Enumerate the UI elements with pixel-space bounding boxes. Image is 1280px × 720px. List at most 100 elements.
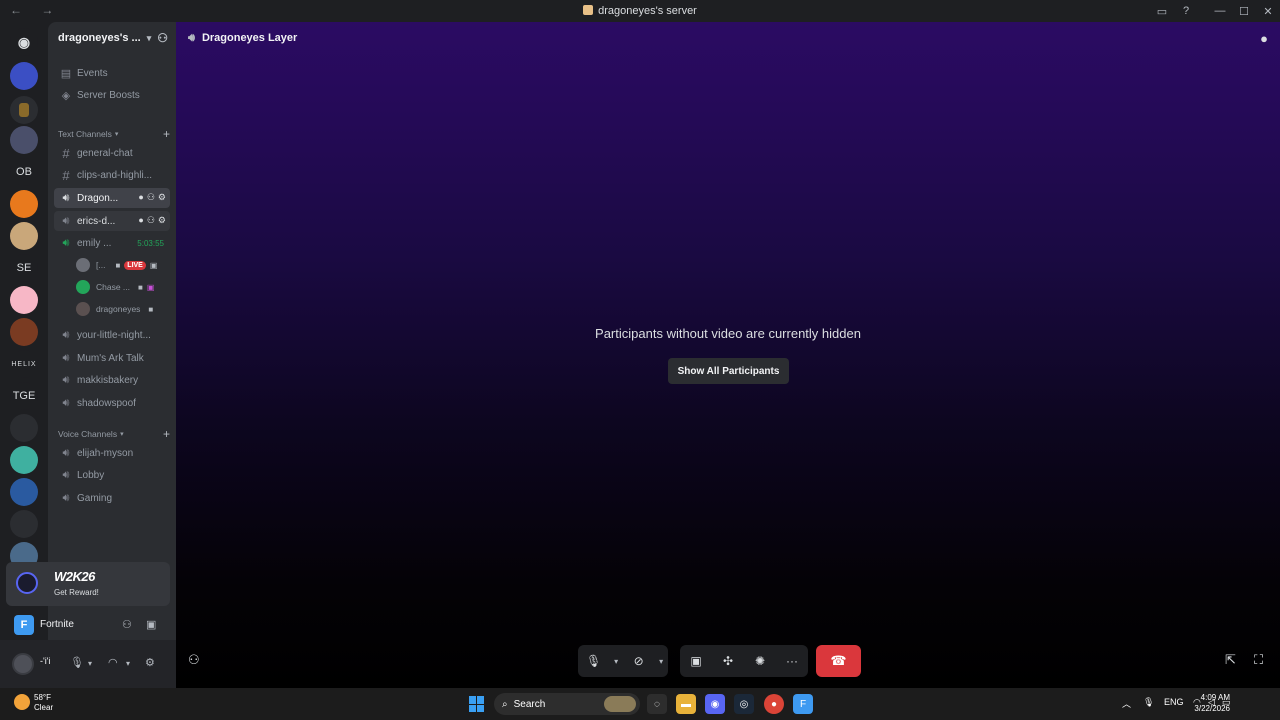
weather-icon [14, 694, 30, 710]
channel-title: Dragoneyes Layer [201, 32, 298, 44]
activity-controls: ▣ ✣ ✺ ··· [680, 645, 808, 677]
soundboard-icon[interactable]: ✺ [744, 654, 776, 668]
maximize-button[interactable]: ☐ [1232, 0, 1256, 22]
voice-channel-night[interactable]: 🔊︎ your-little-night... [54, 325, 170, 345]
language-indicator[interactable]: ENG [1164, 697, 1184, 707]
search-highlight-image [604, 696, 636, 712]
server-icon-se[interactable]: SE [10, 254, 38, 282]
server-icon-1[interactable] [10, 62, 38, 90]
voice-user[interactable]: dragoneyes ■ [76, 300, 168, 318]
add-channel-icon[interactable]: + [163, 127, 170, 141]
channel-label: elijah-myson [77, 447, 134, 459]
chevron-down-icon[interactable]: ▾ [609, 657, 623, 666]
avatar[interactable] [12, 653, 34, 675]
chat-icon[interactable]: ● [1260, 31, 1268, 46]
category-label: Voice Channels [58, 429, 118, 439]
server-icon-6[interactable] [10, 286, 38, 314]
show-all-participants-button[interactable]: Show All Participants [668, 358, 789, 384]
voice-channel-lobby[interactable]: 🔊︎ Lobby [54, 465, 170, 485]
voice-channel-shadow[interactable]: 🔊︎ shadowspoof [54, 393, 170, 413]
fortnite-taskbar-icon[interactable]: F [793, 694, 813, 714]
chat-icon[interactable]: ● [138, 215, 143, 226]
voice-channel-makkis[interactable]: 🔊︎ makkisbakery [54, 370, 170, 390]
speaker-icon: 🔊︎ [62, 373, 70, 386]
microphone-icon[interactable]: 🎙︎ [578, 654, 609, 668]
voice-user[interactable]: [... ■ LIVE ▣ [76, 256, 168, 274]
server-icon-5[interactable] [10, 222, 38, 250]
activities-icon[interactable]: ✣ [712, 654, 744, 668]
server-icon-4[interactable] [10, 190, 38, 218]
invite-icon[interactable]: ⚇ [122, 618, 132, 631]
chat-icon[interactable]: ● [138, 192, 143, 203]
tray-overflow-icon[interactable]: ︿ [1122, 697, 1131, 710]
help-icon[interactable]: ? [1174, 0, 1198, 22]
gear-icon[interactable]: ⚙ [145, 656, 155, 669]
category-voice-channels[interactable]: Voice Channels ▾ + [58, 427, 170, 441]
voice-channel-elijah[interactable]: 🔊︎ elijah-myson [54, 443, 170, 463]
events-item[interactable]: ▤ Events [54, 63, 170, 83]
fullscreen-icon[interactable]: ⛶ [1254, 652, 1263, 668]
voice-channel-erics[interactable]: 🔊︎ erics-d... ● ⚇ ⚙ [54, 211, 170, 231]
invite-icon[interactable]: ⚇ [147, 192, 155, 203]
chevron-down-icon[interactable]: ▾ [654, 657, 668, 666]
disconnect-button[interactable]: ☎ [816, 645, 861, 677]
server-header[interactable]: dragoneyes's ... ▾ ⚇ [48, 22, 176, 54]
clock[interactable]: 4:09 AM 3/22/2026 [1194, 692, 1230, 714]
file-explorer-icon[interactable]: ▬ [676, 694, 696, 714]
server-icon-3[interactable] [10, 126, 38, 154]
more-icon[interactable]: ··· [776, 654, 808, 668]
channel-label: shadowspoof [77, 397, 136, 409]
add-channel-icon[interactable]: + [163, 427, 170, 441]
headphones-icon[interactable]: ◠ [108, 656, 118, 669]
server-icon-8[interactable] [10, 414, 38, 442]
invite-icon[interactable]: ⚇ [157, 31, 168, 45]
windows-start-icon[interactable] [469, 696, 485, 712]
taskbar-search[interactable]: ⌕ Search [494, 693, 640, 715]
app-icon-1[interactable]: ◌ [647, 694, 667, 714]
voice-channel-dragon[interactable]: 🔊︎ Dragon... ● ⚇ ⚙ [54, 188, 170, 208]
chevron-down-icon[interactable]: ▾ [88, 659, 92, 668]
server-icon-10[interactable] [10, 478, 38, 506]
camera-icon: ■ [115, 260, 121, 270]
speaker-icon: 🔊︎ [62, 396, 70, 409]
channel-clips[interactable]: # clips-and-highli... [54, 165, 170, 185]
gear-icon[interactable]: ⚙ [158, 192, 166, 203]
weather-widget[interactable] [14, 692, 36, 714]
category-text-channels[interactable]: Text Channels ▾ + [58, 127, 170, 141]
chevron-down-icon[interactable]: ▾ [126, 659, 130, 668]
invite-icon[interactable]: ⚇ [188, 652, 200, 668]
invite-icon[interactable]: ⚇ [147, 215, 155, 226]
steam-icon[interactable]: ◎ [734, 694, 754, 714]
microphone-icon[interactable]: 🎙︎ [70, 656, 84, 669]
server-icon-helix[interactable]: HELIX [10, 350, 38, 378]
weather-text: 58°F Clear [34, 693, 53, 713]
voice-channel-emily[interactable]: 🔊︎ emily ... 5:03:55 [54, 233, 170, 253]
server-icon-11[interactable] [10, 510, 38, 538]
close-button[interactable]: ✕ [1256, 0, 1280, 22]
server-icon-ob[interactable]: OB [10, 158, 38, 186]
microphone-icon[interactable]: 🎙︎ [1143, 697, 1154, 708]
inbox-icon[interactable]: ▭ [1150, 0, 1174, 22]
server-icon-tge[interactable]: TGE [10, 382, 38, 410]
voice-channel-gaming[interactable]: 🔊︎ Gaming [54, 488, 170, 508]
server-icon-2[interactable] [10, 96, 38, 124]
chrome-icon[interactable]: ● [764, 694, 784, 714]
screen-share-icon[interactable]: ▣ [680, 654, 712, 668]
server-boosts-item[interactable]: ◈ Server Boosts [54, 85, 170, 105]
voice-channel-ark[interactable]: 🔊︎ Mum's Ark Talk [54, 348, 170, 368]
camera-off-icon[interactable]: ⊘ [623, 654, 654, 668]
channel-general-chat[interactable]: # general-chat [54, 143, 170, 163]
game-icon: ▣ [149, 260, 158, 270]
popout-icon[interactable]: ⇱ [1225, 652, 1236, 668]
promo-card[interactable]: W2K26 Get Reward! [6, 562, 170, 606]
discord-taskbar-icon[interactable]: ◉ [705, 694, 725, 714]
minimize-button[interactable]: — [1208, 0, 1232, 22]
server-icon-7[interactable] [10, 318, 38, 346]
speaker-icon: 🔊︎ [62, 351, 70, 364]
discord-home-icon[interactable]: ◉ [10, 28, 38, 56]
gear-icon[interactable]: ⚙ [158, 215, 166, 226]
calendar-icon: ▤ [60, 67, 72, 80]
server-icon-9[interactable] [10, 446, 38, 474]
screen-share-icon[interactable]: ▣ [146, 618, 156, 631]
voice-user[interactable]: Chase ... ■ ▣ [76, 278, 168, 296]
